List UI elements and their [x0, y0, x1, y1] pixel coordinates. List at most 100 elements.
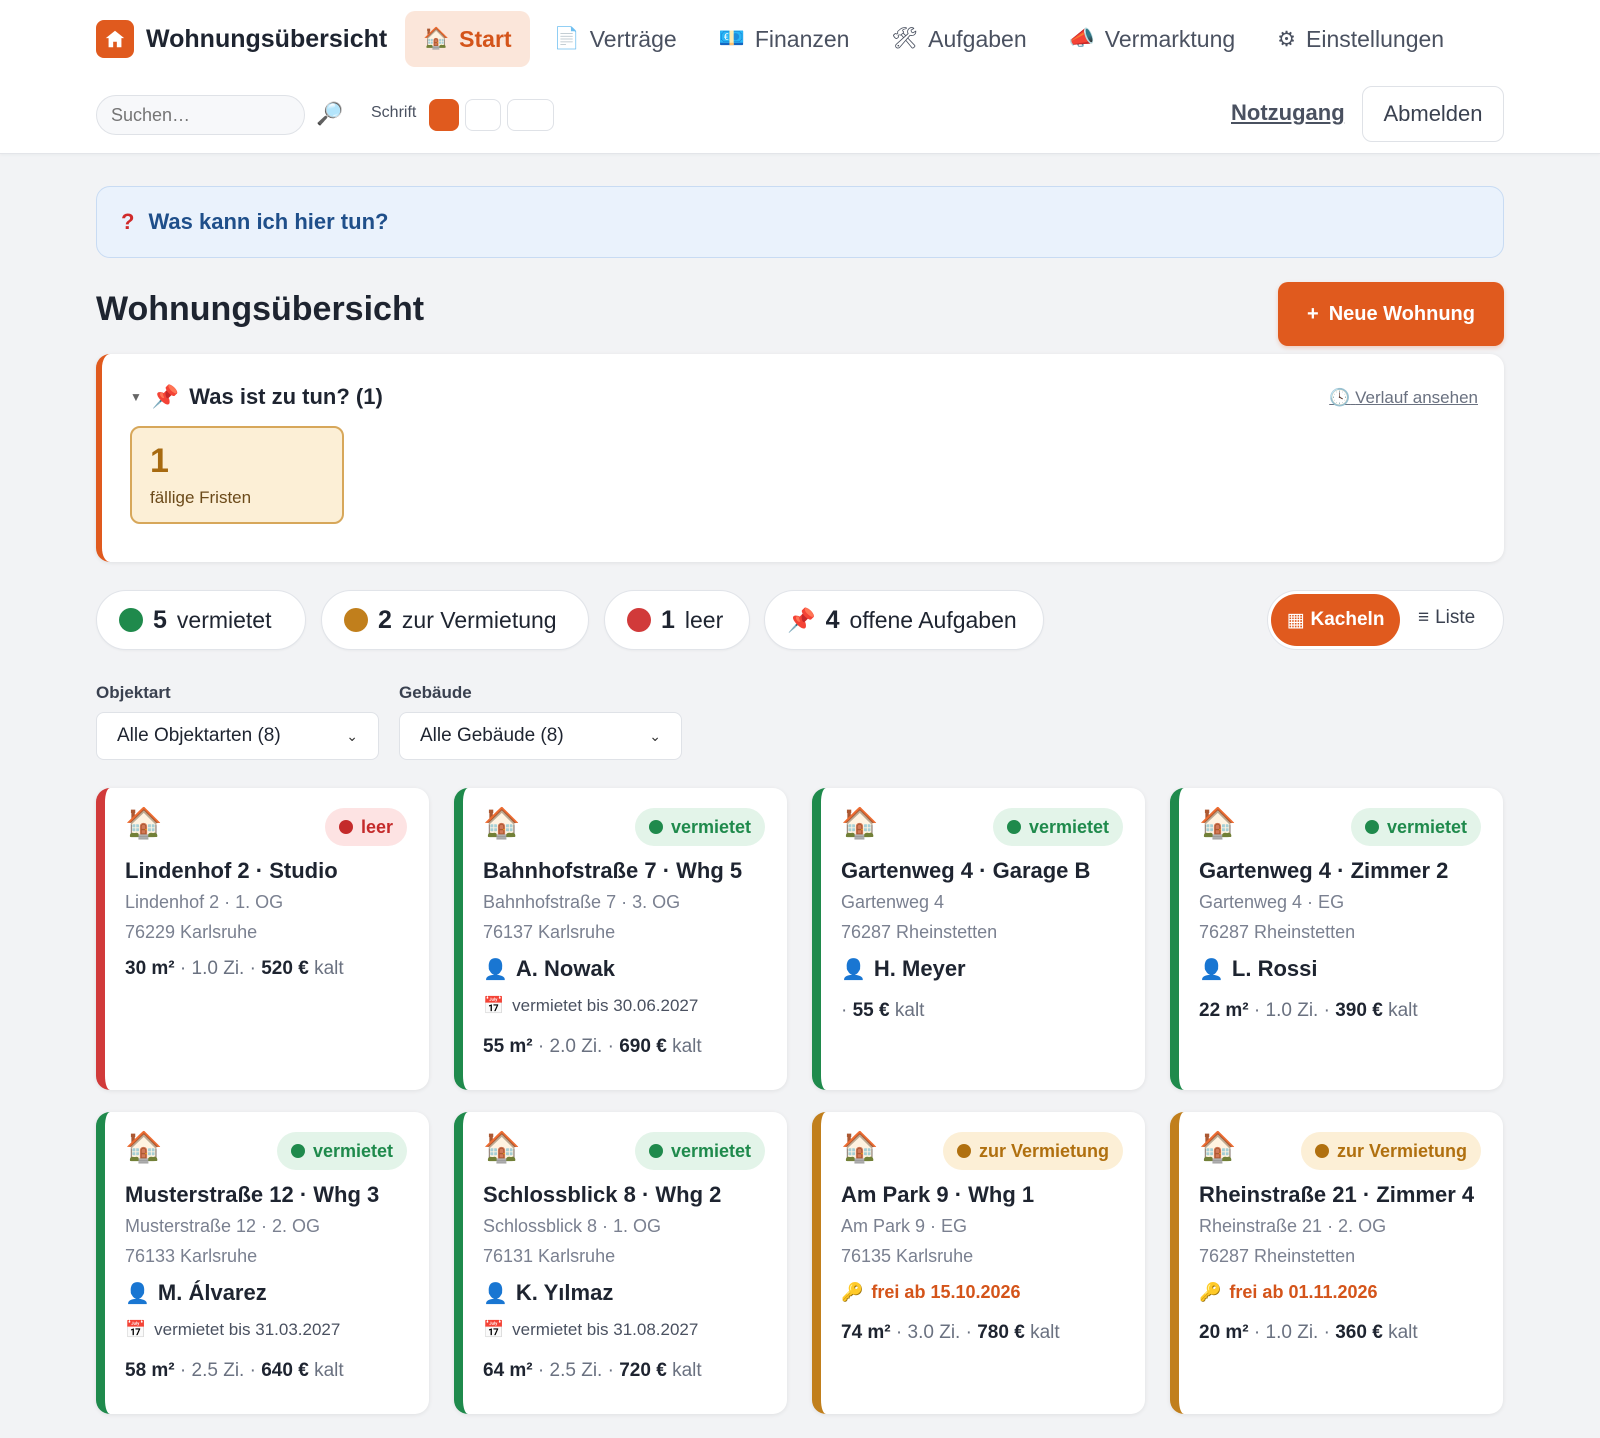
key-icon: 🔑	[841, 1282, 864, 1302]
apartment-card[interactable]: 🏠 vermietet Gartenweg 4 · Zimmer 2 Gartenwe…	[1170, 788, 1503, 1090]
stat-empty[interactable]: 1 leer	[604, 590, 750, 650]
apartment-card[interactable]: 🏠 vermietet Bahnhofstraße 7 · Whg 5 Bahnhof…	[454, 788, 787, 1090]
house-icon: 🏠	[1199, 1131, 1237, 1164]
area: 64 m²	[483, 1360, 533, 1381]
apartment-card[interactable]: 🏠 vermietet Musterstraße 12 · Whg 3 Musters…	[96, 1112, 429, 1414]
status-badge: zur Vermietung	[942, 1132, 1123, 1170]
card-city: 76131 Karlsruhe	[483, 1246, 616, 1266]
status-dot-icon	[648, 820, 663, 834]
nav-item-vertraege[interactable]: 📄 Verträge	[536, 11, 695, 67]
tenant: 👤 A. Nowak	[483, 956, 615, 982]
emergency-access-link[interactable]: Notzugang	[1231, 100, 1345, 126]
tenant: 👤 L. Rossi	[1199, 956, 1317, 982]
status-dot-icon	[338, 820, 353, 834]
house-icon: 🏠	[1199, 807, 1237, 840]
card-title: Rheinstraße 21 · Zimmer 4	[1199, 1182, 1475, 1207]
rent-suffix: kalt	[1388, 1000, 1418, 1021]
stat-label: zur Vermietung	[401, 606, 557, 633]
calendar-icon: 📅	[125, 1320, 147, 1339]
new-apartment-button[interactable]: + Neue Wohnung	[1278, 282, 1504, 346]
area: 20 m²	[1199, 1322, 1249, 1343]
stat-label: leer	[684, 606, 724, 633]
stat-label: offene Aufgaben	[849, 606, 1017, 633]
house-icon: 🏠	[125, 807, 163, 840]
apartment-card[interactable]: 🏠 zur Vermietung Rheinstraße 21 · Zimmer 4…	[1170, 1112, 1503, 1414]
nav-label: Start	[459, 25, 512, 52]
tenant: 👤 H. Meyer	[841, 956, 966, 982]
status-badge: zur Vermietung	[1300, 1132, 1481, 1170]
history-link[interactable]: 🕓 Verlauf ansehen	[1329, 388, 1478, 408]
rooms: 3.0 Zi.	[907, 1322, 961, 1343]
grid-icon: ▦	[1286, 609, 1305, 631]
card-address: Am Park 9 · EG	[841, 1216, 968, 1236]
rent: 390 €	[1335, 1000, 1383, 1021]
available-text: frei ab 01.11.2026	[1229, 1282, 1378, 1302]
stat-for-rent[interactable]: 2 zur Vermietung	[321, 590, 589, 650]
nav-label: Vermarktung	[1104, 25, 1236, 52]
card-stats: 64 m² · 2.5 Zi. · 720 € kalt	[483, 1360, 702, 1381]
pin-icon: 📌	[787, 606, 816, 633]
nav-item-finanzen[interactable]: 💶 Finanzen	[701, 11, 868, 67]
card-title: Musterstraße 12 · Whg 3	[125, 1182, 380, 1207]
plus-icon: +	[1307, 302, 1319, 325]
object-type-select[interactable]: Alle Objektarten (8) ⌄	[96, 712, 379, 760]
house-icon: 🏠	[841, 807, 879, 840]
nav-item-start[interactable]: 🏠 Start	[405, 11, 530, 67]
status-badge: vermietet	[1350, 808, 1481, 846]
app-title: Wohnungsübersicht	[146, 24, 388, 53]
rent: 690 €	[619, 1036, 667, 1057]
status-label: zur Vermietung	[978, 1140, 1109, 1161]
status-dot-icon	[1314, 1144, 1329, 1158]
rent: 720 €	[619, 1360, 667, 1381]
card-title: Am Park 9 · Whg 1	[841, 1182, 1035, 1207]
house-icon: 🏠	[423, 27, 450, 50]
search-input[interactable]	[96, 95, 305, 135]
apartment-card[interactable]: 🏠 leer Lindenhof 2 · Studio Lindenhof 2 · 1…	[96, 788, 429, 1090]
help-banner[interactable]: ? Was kann ich hier tun?	[96, 186, 1504, 258]
rent-suffix: kalt	[314, 1360, 344, 1381]
tenant: 👤 K. Yılmaz	[483, 1280, 613, 1306]
brand[interactable]: Wohnungsübersicht	[96, 20, 387, 58]
nav-item-vermarktung[interactable]: 📣 Vermarktung	[1051, 11, 1254, 67]
building-select[interactable]: Alle Gebäude (8) ⌄	[399, 712, 682, 760]
rooms: 2.5 Zi.	[549, 1360, 603, 1381]
view-list-button[interactable]: ≡ Liste	[1418, 607, 1475, 629]
status-label: vermietet	[670, 1140, 751, 1161]
nav-item-aufgaben[interactable]: 🛠 Aufgaben	[873, 11, 1044, 67]
chevron-down-icon: ⌄	[346, 727, 358, 744]
person-icon: 👤	[841, 958, 866, 981]
font-size-medium-button[interactable]	[465, 99, 501, 131]
tenant-name: K. Yılmaz	[515, 1280, 614, 1305]
rent-suffix: kalt	[672, 1036, 702, 1057]
house-icon: 🏠	[483, 1131, 521, 1164]
search-icon[interactable]: 🔎	[316, 101, 343, 127]
status-label: vermietet	[1386, 816, 1467, 837]
help-text: Was kann ich hier tun?	[148, 209, 389, 234]
stat-rented[interactable]: 5 vermietet	[96, 590, 306, 650]
caret-down-icon: ▼	[130, 390, 142, 404]
apartment-card[interactable]: 🏠 vermietet Schlossblick 8 · Whg 2 Schlossb…	[454, 1112, 787, 1414]
due-deadlines-tile[interactable]: 1 fällige Fristen	[130, 426, 344, 524]
font-size-small-button[interactable]	[429, 99, 459, 131]
todo-panel: ▼ 📌 Was ist zu tun? (1) 🕓 Verlauf ansehe…	[96, 354, 1504, 562]
tenant-name: H. Meyer	[873, 956, 966, 981]
page-title: Wohnungsübersicht	[96, 290, 425, 328]
status-badge: vermietet	[276, 1132, 407, 1170]
status-badge: vermietet	[634, 1132, 765, 1170]
view-tiles-button[interactable]: ▦ Kacheln	[1271, 594, 1400, 646]
pin-icon: 📌	[151, 384, 180, 409]
logout-button[interactable]: Abmelden	[1362, 86, 1504, 142]
nav-label: Finanzen	[754, 25, 850, 52]
rooms: 2.5 Zi.	[191, 1360, 245, 1381]
status-dot-icon	[1364, 820, 1379, 834]
font-size-large-button[interactable]	[507, 99, 554, 131]
rooms: 1.0 Zi.	[1265, 1000, 1319, 1021]
stat-open-tasks[interactable]: 📌 4 offene Aufgaben	[764, 590, 1044, 650]
nav-item-einstellungen[interactable]: ⚙ Einstellungen	[1259, 11, 1462, 67]
todo-toggle[interactable]: ▼ 📌 Was ist zu tun? (1)	[130, 384, 383, 410]
area: 55 m²	[483, 1036, 533, 1057]
card-city: 76133 Karlsruhe	[125, 1246, 258, 1266]
apartment-card[interactable]: 🏠 zur Vermietung Am Park 9 · Whg 1 Am Park …	[812, 1112, 1145, 1414]
house-icon: 🏠	[125, 1131, 163, 1164]
apartment-card[interactable]: 🏠 vermietet Gartenweg 4 · Garage B Gartenwe…	[812, 788, 1145, 1090]
